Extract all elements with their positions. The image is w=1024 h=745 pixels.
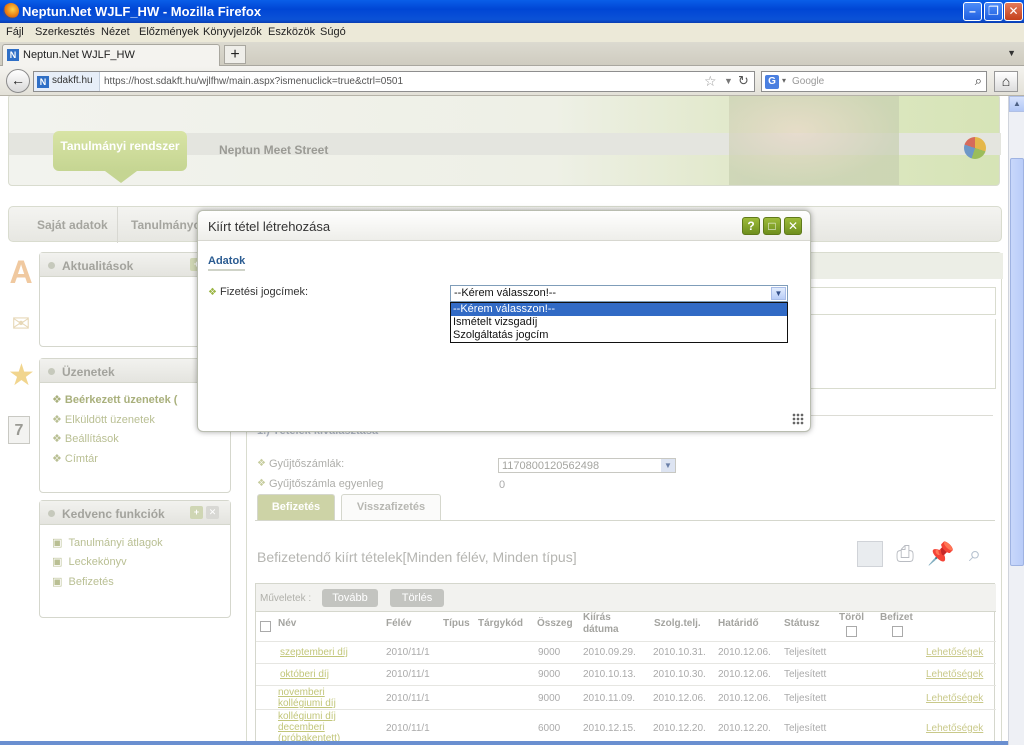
payment-titles-label: Fizetési jogcímek: [220, 286, 309, 298]
taskbar-edge [0, 741, 1008, 745]
close-icon[interactable]: ✕ [784, 217, 802, 235]
bookmark-star-icon[interactable]: ☆ [704, 73, 717, 90]
search-engine-dropdown-icon[interactable]: ▾ [782, 76, 786, 85]
site-identity[interactable]: N sdakft.hu [34, 72, 100, 91]
resize-grip-icon[interactable] [792, 413, 804, 425]
site-favicon-icon: N [37, 76, 49, 88]
menu-help[interactable]: Súgó [320, 26, 346, 38]
menu-edit[interactable]: Szerkesztés [35, 26, 95, 38]
back-button[interactable]: ← [6, 69, 30, 93]
menu-tools[interactable]: Eszközök [268, 26, 315, 38]
close-window-button[interactable]: ✕ [1004, 2, 1023, 21]
minimize-button[interactable]: – [963, 2, 982, 21]
menu-view[interactable]: Nézet [101, 26, 130, 38]
scroll-thumb[interactable] [1010, 158, 1024, 566]
dialog-header: Kiírt tétel létrehozása ? □ ✕ [198, 211, 810, 241]
menu-history[interactable]: Előzmények [139, 26, 199, 38]
home-button[interactable]: ⌂ [994, 71, 1018, 92]
reload-icon[interactable]: ↻ [738, 73, 749, 89]
firefox-icon [3, 3, 19, 19]
search-placeholder: Google [792, 76, 825, 87]
url-text[interactable]: https://host.sdakft.hu/wjlfhw/main.aspx?… [104, 76, 403, 87]
create-item-dialog: Kiírt tétel létrehozása ? □ ✕ Adatok ❖ F… [197, 210, 811, 432]
payment-titles-dropdown: --Kérem válasszon!-- Ismételt vizsgadíj … [450, 302, 788, 343]
window-titlebar: Neptun.Net WJLF_HW - Mozilla Firefox – ❐… [0, 0, 1024, 23]
dropdown-option[interactable]: --Kérem válasszon!-- [451, 303, 787, 316]
page-scrollbar[interactable]: ▲ [1008, 96, 1024, 745]
help-icon[interactable]: ? [742, 217, 760, 235]
field-bullet-icon: ❖ [208, 287, 217, 298]
tab-bar: N Neptun.Net WJLF_HW + ▼ [0, 42, 1024, 66]
address-bar[interactable]: N sdakft.hu https://host.sdakft.hu/wjlfh… [33, 71, 755, 92]
new-tab-button[interactable]: + [224, 45, 246, 64]
dialog-title: Kiírt tétel létrehozása [208, 219, 331, 234]
neptun-favicon-icon: N [7, 49, 19, 61]
payment-titles-select[interactable]: --Kérem válasszon!-- ▼ [450, 285, 788, 302]
scroll-up-icon[interactable]: ▲ [1009, 96, 1024, 112]
search-box[interactable]: G ▾ Google ⌕ [761, 71, 987, 92]
dialog-section-title: Adatok [208, 255, 246, 271]
payment-titles-selected: --Kérem válasszon!-- [454, 287, 557, 299]
dropdown-option[interactable]: Ismételt vizsgadíj [451, 316, 787, 329]
search-icon[interactable]: ⌕ [975, 73, 982, 89]
maximize-icon[interactable]: □ [763, 217, 781, 235]
restore-button[interactable]: ❐ [984, 2, 1003, 21]
navigation-bar: ← N sdakft.hu https://host.sdakft.hu/wjl… [0, 66, 1024, 96]
site-domain: sdakft.hu [52, 75, 93, 86]
tab-list-icon[interactable]: ▼ [1007, 48, 1016, 58]
chevron-down-icon[interactable]: ▼ [771, 287, 786, 300]
menu-bar: Fájl Szerkesztés Nézet Előzmények Könyvj… [0, 23, 1024, 42]
browser-tab[interactable]: N Neptun.Net WJLF_HW [2, 44, 220, 66]
google-icon[interactable]: G [765, 75, 779, 89]
menu-bookmarks[interactable]: Könyvjelzők [203, 26, 262, 38]
url-dropdown-icon[interactable]: ▼ [724, 76, 733, 86]
tab-label: Neptun.Net WJLF_HW [23, 49, 135, 61]
menu-file[interactable]: Fájl [6, 26, 24, 38]
dropdown-option[interactable]: Szolgáltatás jogcím [451, 329, 787, 342]
window-title: Neptun.Net WJLF_HW - Mozilla Firefox [22, 4, 262, 19]
